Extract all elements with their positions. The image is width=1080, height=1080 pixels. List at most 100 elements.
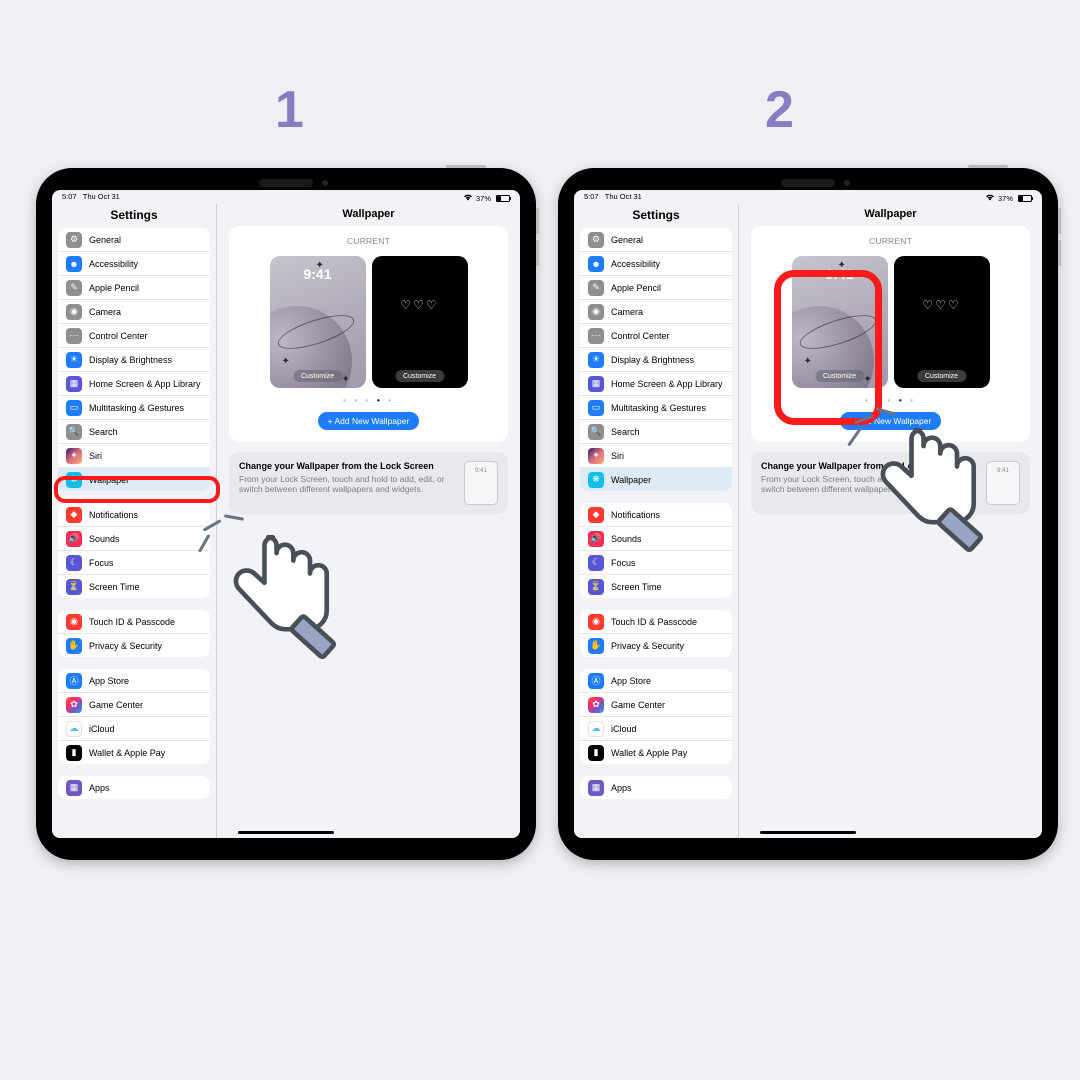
home-indicator[interactable] <box>760 831 856 835</box>
volume-up-button <box>536 208 539 234</box>
sidebar-item-label: Touch ID & Passcode <box>611 617 697 627</box>
sidebar-item-search[interactable]: 🔍Search <box>580 419 732 443</box>
sidebar-item-search[interactable]: 🔍Search <box>58 419 210 443</box>
sidebar-item-display[interactable]: ☀Display & Brightness <box>580 347 732 371</box>
sidebar-item-sounds[interactable]: 🔊Sounds <box>580 526 732 550</box>
sidebar-item-general[interactable]: ⚙General <box>58 228 210 251</box>
cloud-icon: ☁ <box>588 721 604 737</box>
sidebar-item-appstore[interactable]: ⒶApp Store <box>580 669 732 692</box>
sidebar-item-gamecenter[interactable]: ✿Game Center <box>580 692 732 716</box>
sidebar-item-pencil[interactable]: ✎Apple Pencil <box>58 275 210 299</box>
step-number-1: 1 <box>275 80 304 140</box>
hand-icon: ✋ <box>66 638 82 654</box>
customize-button-lock[interactable]: Customize <box>815 370 864 382</box>
tip-card: Change your Wallpaper from the Lock Scre… <box>229 452 508 514</box>
sidebar-item-touchid[interactable]: ◉Touch ID & Passcode <box>58 610 210 633</box>
sidebar-item-label: iCloud <box>89 724 115 734</box>
power-button <box>968 165 1008 168</box>
sidebar-item-label: Multitasking & Gestures <box>611 403 706 413</box>
sidebar-item-privacy[interactable]: ✋Privacy & Security <box>580 633 732 657</box>
sidebar-item-wallpaper[interactable]: ❋Wallpaper <box>580 467 732 491</box>
cloud-icon: ☁ <box>66 721 82 737</box>
speaker-icon: 🔊 <box>66 531 82 547</box>
sidebar-item-home-screen[interactable]: ▦Home Screen & App Library <box>580 371 732 395</box>
gamecenter-icon: ✿ <box>66 697 82 713</box>
sidebar-item-screen-time[interactable]: ⏳Screen Time <box>580 574 732 598</box>
sidebar-group-4: ⒶApp Store ✿Game Center ☁iCloud ▮Wallet … <box>580 669 732 764</box>
status-time: 5:07 <box>62 192 77 201</box>
sidebar-group-2: ◆Notifications 🔊Sounds ☾Focus ⏳Screen Ti… <box>580 503 732 598</box>
hearts-icon: ♡♡♡ <box>894 298 990 312</box>
sidebar-item-label: Screen Time <box>611 582 662 592</box>
wallpaper-previews: ✦ ✦ ✦ 9:41 Customize ♡♡♡ Customize <box>761 256 1020 388</box>
sidebar-item-label: Display & Brightness <box>89 355 172 365</box>
lockscreen-preview[interactable]: ✦ ✦ ✦ 9:41 Customize <box>792 256 888 388</box>
sidebar-item-accessibility[interactable]: ☻Accessibility <box>580 251 732 275</box>
sidebar-item-label: Wallpaper <box>89 475 129 485</box>
sidebar-item-apps[interactable]: ▦Apps <box>580 776 732 799</box>
status-date: Thu Oct 31 <box>605 192 642 201</box>
flower-icon: ❋ <box>588 472 604 488</box>
settings-sidebar: Settings ⚙General ☻Accessibility ✎Apple … <box>52 204 217 838</box>
sidebar-item-label: App Store <box>611 676 651 686</box>
homescreen-preview[interactable]: ♡♡♡ Customize <box>894 256 990 388</box>
sidebar-item-home-screen[interactable]: ▦Home Screen & App Library <box>58 371 210 395</box>
sidebar-item-notifications[interactable]: ◆Notifications <box>580 503 732 526</box>
sidebar-item-touchid[interactable]: ◉Touch ID & Passcode <box>580 610 732 633</box>
accessibility-icon: ☻ <box>588 256 604 272</box>
sidebar-item-privacy[interactable]: ✋ Privacy & Security <box>58 633 210 657</box>
home-indicator[interactable] <box>238 831 334 835</box>
page-dots: ● ● ● ● ● <box>761 398 1020 404</box>
tip-title: Change your Wallpaper from the Lock Scre… <box>761 461 976 471</box>
sidebar-group-3: ◉Touch ID & Passcode ✋Privacy & Security <box>580 610 732 657</box>
multitask-icon: ▭ <box>588 400 604 416</box>
wallet-icon: ▮ <box>588 745 604 761</box>
screen: 5:07 Thu Oct 31 37% Settings <box>52 190 520 838</box>
sidebar-group-1: ⚙General ☻Accessibility ✎Apple Pencil ◉C… <box>58 228 210 491</box>
sidebar-item-multitasking[interactable]: ▭ Multitasking & Gestures <box>580 395 732 419</box>
moon-icon: ☾ <box>588 555 604 571</box>
sidebar-item-icloud[interactable]: ☁iCloud <box>580 716 732 740</box>
customize-button-home[interactable]: Customize <box>395 370 444 382</box>
sidebar-item-sounds[interactable]: 🔊Sounds <box>58 526 210 550</box>
sidebar-item-camera[interactable]: ◉Camera <box>58 299 210 323</box>
sidebar-item-icloud[interactable]: ☁ iCloud <box>58 716 210 740</box>
homescreen-preview[interactable]: ♡♡♡ Customize <box>372 256 468 388</box>
sidebar-item-label: Apps <box>89 783 110 793</box>
sidebar-item-focus[interactable]: ☾Focus <box>58 550 210 574</box>
sidebar-item-wallet[interactable]: ▮Wallet & Apple Pay <box>580 740 732 764</box>
fingerprint-icon: ◉ <box>66 614 82 630</box>
sidebar-item-notifications[interactable]: ◆Notifications <box>58 503 210 526</box>
screen: 5:07 Thu Oct 31 37% Settings ⚙Gen <box>574 190 1042 838</box>
search-icon: 🔍 <box>66 424 82 440</box>
sidebar-item-appstore[interactable]: ⒶApp Store <box>58 669 210 692</box>
page-dots: ● ● ● ● ● <box>239 398 498 404</box>
lockscreen-preview[interactable]: ✦ ✦ ✦ 9:41 Customize <box>270 256 366 388</box>
sidebar-item-siri[interactable]: ✦Siri <box>580 443 732 467</box>
customize-button-lock[interactable]: Customize <box>293 370 342 382</box>
sidebar-item-control-center[interactable]: ⋯Control Center <box>58 323 210 347</box>
sidebar-item-wallet[interactable]: ▮Wallet & Apple Pay <box>58 740 210 764</box>
sidebar-item-pencil[interactable]: ✎Apple Pencil <box>580 275 732 299</box>
sidebar-item-gamecenter[interactable]: ✿Game Center <box>58 692 210 716</box>
hand-icon: ✋ <box>588 638 604 654</box>
sidebar-item-label: Camera <box>611 307 643 317</box>
camera-icon: ◉ <box>588 304 604 320</box>
sidebar-item-screen-time[interactable]: ⏳Screen Time <box>58 574 210 598</box>
sidebar-item-focus[interactable]: ☾Focus <box>580 550 732 574</box>
sidebar-item-multitasking[interactable]: ▭Multitasking & Gestures <box>58 395 210 419</box>
sidebar-item-general[interactable]: ⚙General <box>580 228 732 251</box>
sidebar-item-camera[interactable]: ◉ Camera <box>580 299 732 323</box>
sidebar-item-label: Sounds <box>611 534 642 544</box>
customize-button-home[interactable]: Customize <box>917 370 966 382</box>
sidebar-item-label: Privacy & Security <box>89 641 162 651</box>
sidebar-item-apps[interactable]: ▦Apps <box>58 776 210 799</box>
status-date: Thu Oct 31 <box>83 192 120 201</box>
sidebar-item-siri[interactable]: ✦Siri <box>58 443 210 467</box>
sidebar-item-control-center[interactable]: ⋯Control Center <box>580 323 732 347</box>
search-icon: 🔍 <box>588 424 604 440</box>
sidebar-item-wallpaper[interactable]: ❋Wallpaper <box>58 467 210 491</box>
sidebar-item-accessibility[interactable]: ☻Accessibility <box>58 251 210 275</box>
sidebar-item-display[interactable]: ☀Display & Brightness <box>58 347 210 371</box>
add-new-wallpaper-button[interactable]: + Add New Wallpaper <box>318 412 420 430</box>
